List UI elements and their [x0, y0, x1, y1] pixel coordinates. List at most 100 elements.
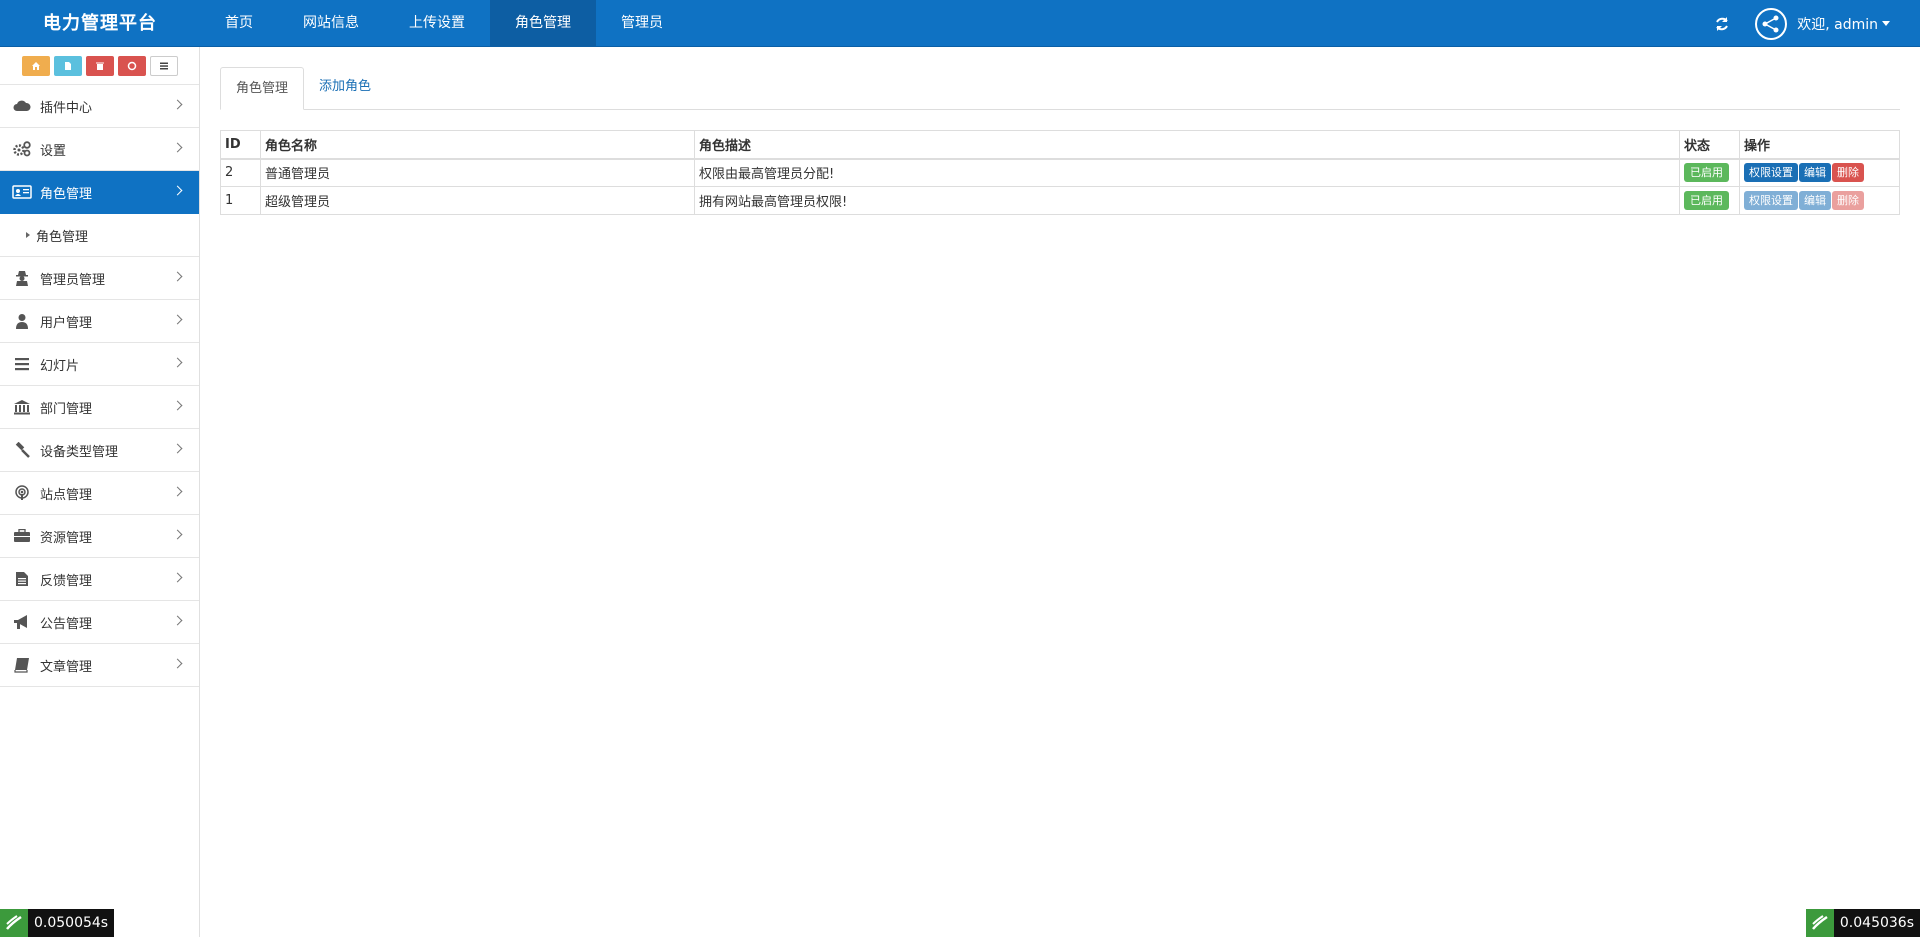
sidebar-item-station-management[interactable]: 站点管理 [0, 472, 199, 515]
top-navbar: 电力管理平台 首页 网站信息 上传设置 角色管理 管理员 欢迎, admin [0, 0, 1920, 47]
chevron-right-icon [172, 271, 183, 282]
chevron-right-icon [172, 529, 183, 540]
debug-timer-right[interactable]: 0.045036s [1805, 909, 1920, 937]
sidebar-item-feedback-management[interactable]: 反馈管理 [0, 558, 199, 601]
brand-title[interactable]: 电力管理平台 [0, 0, 200, 47]
cell-role-desc: 权限由最高管理员分配! [694, 158, 1680, 187]
file-text-icon [12, 571, 32, 587]
cell-id: 2 [220, 158, 261, 187]
user-secret-icon [12, 270, 32, 286]
user-menu[interactable]: 欢迎, admin [1797, 14, 1890, 34]
book-icon [12, 657, 32, 673]
sidebar-item-role-management[interactable]: 角色管理 [0, 171, 199, 214]
bank-icon [12, 399, 32, 415]
nav-right: 欢迎, admin [1713, 0, 1920, 47]
debug-logo-icon [1805, 909, 1834, 937]
cloud-icon [12, 98, 32, 114]
sidebar-item-admin-management[interactable]: 管理员管理 [0, 257, 199, 300]
caret-right-icon [26, 232, 30, 238]
col-header-actions: 操作 [1739, 130, 1900, 160]
nav-admin[interactable]: 管理员 [596, 0, 688, 47]
table-header-row: ID 角色名称 角色描述 状态 操作 [220, 130, 1900, 160]
chevron-right-icon [172, 400, 183, 411]
recycle-shortcut-button[interactable] [117, 55, 146, 76]
chevron-right-icon [172, 142, 183, 153]
cell-id: 1 [220, 186, 261, 215]
nav-home[interactable]: 首页 [200, 0, 278, 47]
edit-button[interactable]: 编辑 [1799, 163, 1831, 183]
debug-timer-left[interactable]: 0.050054s [0, 909, 115, 937]
user-icon [12, 313, 32, 329]
tab-add-role[interactable]: 添加角色 [304, 66, 386, 109]
sidebar-item-plugin-center[interactable]: 插件中心 [0, 85, 199, 128]
cell-actions: 权限设置 编辑 删除 [1739, 186, 1900, 215]
chevron-right-icon [172, 486, 183, 497]
edit-button: 编辑 [1799, 191, 1831, 210]
delete-button[interactable]: 删除 [1832, 163, 1864, 183]
col-header-id: ID [220, 130, 261, 160]
sidebar-item-label: 部门管理 [40, 401, 93, 417]
roles-table: ID 角色名称 角色描述 状态 操作 2 普通管理员 权限由最高管理员分配! 已… [220, 130, 1900, 215]
content-tabs: 角色管理 添加角色 [220, 67, 1900, 110]
sidebar-item-label: 资源管理 [40, 530, 93, 546]
gears-icon [12, 141, 32, 157]
file-shortcut-button[interactable] [53, 55, 82, 76]
sidebar-item-label: 设备类型管理 [40, 444, 119, 460]
briefcase-icon [12, 528, 32, 544]
bullhorn-icon [12, 614, 32, 630]
sidebar-item-label: 公告管理 [40, 616, 93, 632]
sidebar-item-department-management[interactable]: 部门管理 [0, 386, 199, 429]
sidebar-item-label: 角色管理 [40, 186, 93, 202]
debug-timer-value: 0.050054s [28, 909, 115, 937]
tab-role-management[interactable]: 角色管理 [220, 67, 305, 110]
chevron-right-icon [172, 615, 183, 626]
sidebar-item-label: 插件中心 [40, 100, 93, 116]
nav-role-management[interactable]: 角色管理 [490, 0, 596, 47]
cell-status: 已启用 [1679, 186, 1740, 215]
sidebar-item-article-management[interactable]: 文章管理 [0, 644, 199, 687]
col-header-status: 状态 [1679, 130, 1740, 160]
shortcut-buttons [0, 47, 199, 85]
chevron-right-icon [172, 314, 183, 325]
sidebar-item-resource-management[interactable]: 资源管理 [0, 515, 199, 558]
nav-upload-settings[interactable]: 上传设置 [384, 0, 490, 47]
permission-settings-button[interactable]: 权限设置 [1744, 163, 1798, 183]
permission-settings-button: 权限设置 [1744, 191, 1798, 210]
chevron-right-icon [172, 658, 183, 669]
refresh-icon[interactable] [1713, 15, 1731, 33]
status-badge[interactable]: 已启用 [1684, 163, 1729, 183]
share-alt-avatar-icon[interactable] [1755, 7, 1788, 40]
debug-timer-value: 0.045036s [1833, 909, 1920, 937]
sidebar-item-label: 设置 [40, 143, 67, 159]
table-row: 1 超级管理员 拥有网站最高管理员权限! 已启用 权限设置 编辑 删除 [220, 186, 1900, 215]
trash-shortcut-button[interactable] [85, 55, 114, 76]
sidebar-subitem-role-management[interactable]: 角色管理 [0, 214, 199, 257]
cell-role-name: 普通管理员 [260, 158, 695, 187]
sidebar-item-user-management[interactable]: 用户管理 [0, 300, 199, 343]
cell-role-desc: 拥有网站最高管理员权限! [694, 186, 1680, 215]
sidebar-item-label: 幻灯片 [40, 358, 80, 374]
status-badge[interactable]: 已启用 [1684, 191, 1729, 210]
sidebar-item-device-type-management[interactable]: 设备类型管理 [0, 429, 199, 472]
sidebar-item-notice-management[interactable]: 公告管理 [0, 601, 199, 644]
col-header-role-desc: 角色描述 [694, 130, 1680, 160]
chevron-right-icon [172, 185, 183, 196]
caret-down-icon [1882, 21, 1890, 26]
col-header-role-name: 角色名称 [260, 130, 695, 160]
sidebar-item-label: 用户管理 [40, 315, 93, 331]
table-row: 2 普通管理员 权限由最高管理员分配! 已启用 权限设置 编辑 删除 [220, 158, 1900, 187]
top-nav: 首页 网站信息 上传设置 角色管理 管理员 [200, 0, 688, 47]
chevron-right-icon [172, 357, 183, 368]
cell-actions: 权限设置 编辑 删除 [1739, 158, 1900, 187]
sidebar-subitem-label: 角色管理 [36, 229, 89, 245]
debug-logo-icon [0, 909, 28, 937]
sidebar-item-settings[interactable]: 设置 [0, 128, 199, 171]
sidebar-item-slideshow[interactable]: 幻灯片 [0, 343, 199, 386]
sidebar-item-label: 管理员管理 [40, 272, 106, 288]
home-shortcut-button[interactable] [21, 55, 50, 76]
list-shortcut-button[interactable] [149, 55, 178, 76]
user-greeting: 欢迎, admin [1797, 16, 1878, 33]
chevron-right-icon [172, 99, 183, 110]
nav-site-info[interactable]: 网站信息 [278, 0, 384, 47]
sidebar-item-label: 站点管理 [40, 487, 93, 503]
